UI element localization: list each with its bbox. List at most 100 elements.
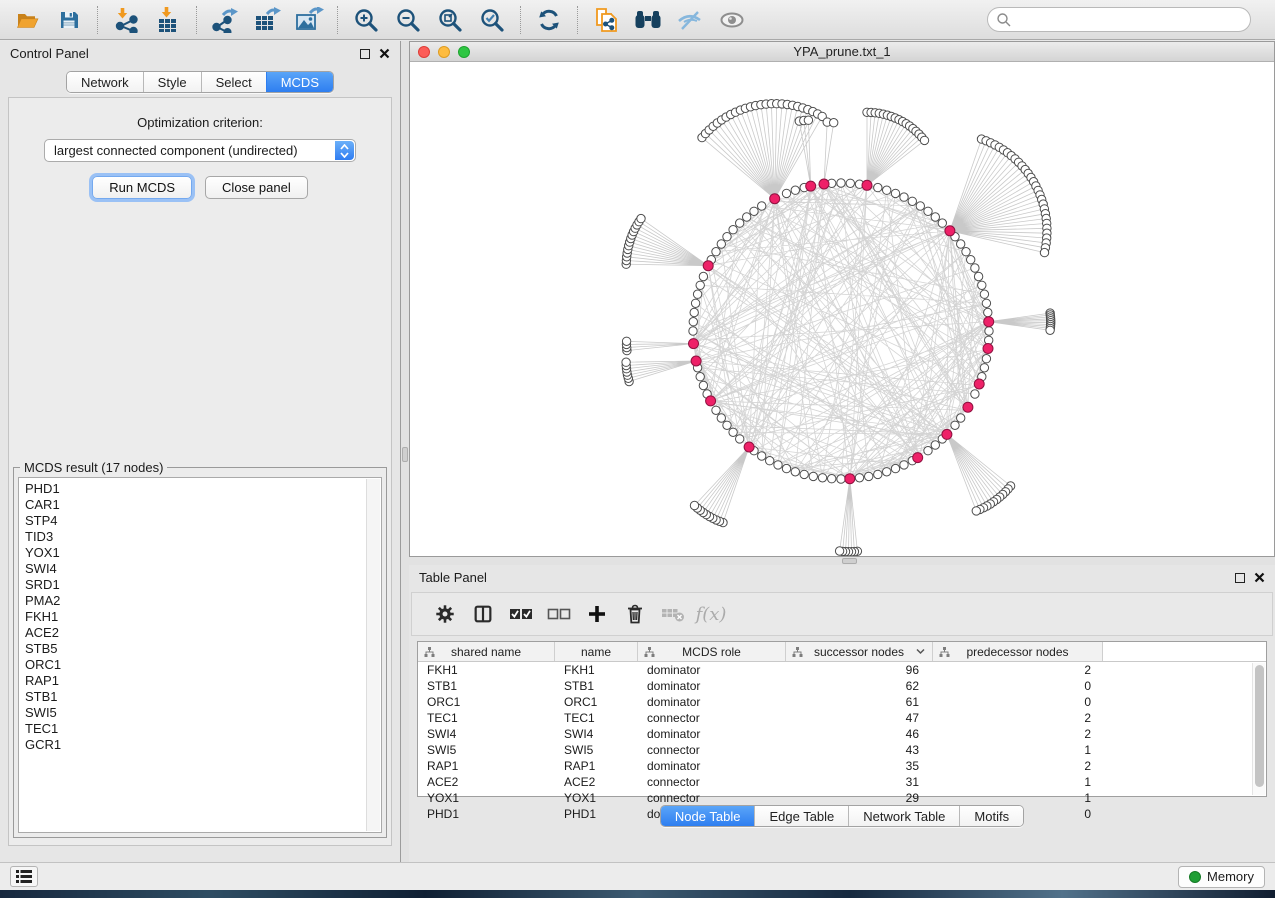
graph-node[interactable] <box>696 281 704 289</box>
graph-hub-node[interactable] <box>845 474 855 484</box>
graph-node[interactable] <box>883 186 891 194</box>
table-cell[interactable]: ACE2 <box>555 775 638 789</box>
graph-node[interactable] <box>689 318 697 326</box>
table-cell[interactable]: dominator <box>638 695 786 709</box>
graph-hub-node[interactable] <box>706 396 716 406</box>
table-cell[interactable]: ORC1 <box>555 695 638 709</box>
graph-node[interactable] <box>791 468 799 476</box>
table-cell[interactable]: FKH1 <box>418 663 555 677</box>
graph-node[interactable] <box>837 475 845 483</box>
graph-node[interactable] <box>984 308 992 316</box>
splitter-grip[interactable] <box>842 558 857 564</box>
zoom-selected-button[interactable] <box>471 3 513 37</box>
table-row[interactable]: STB1STB1dominator620 <box>418 678 1266 694</box>
graph-node[interactable] <box>729 428 737 436</box>
mcds-result-item[interactable]: SWI5 <box>25 705 381 721</box>
graph-node[interactable] <box>818 474 826 482</box>
import-table-button[interactable] <box>147 3 189 37</box>
table-row[interactable]: FKH1FKH1dominator962 <box>418 662 1266 678</box>
select-all-rows-button[interactable] <box>502 596 540 632</box>
table-cell[interactable]: 2 <box>933 663 1103 677</box>
graph-node[interactable] <box>891 189 899 197</box>
graph-node[interactable] <box>865 472 873 480</box>
graph-node[interactable] <box>729 226 737 234</box>
graph-hub-node[interactable] <box>984 317 994 327</box>
mcds-result-item[interactable]: PHD1 <box>25 481 381 497</box>
graph-node[interactable] <box>962 248 970 256</box>
table-cell[interactable]: RAP1 <box>418 759 555 773</box>
graph-node[interactable] <box>758 452 766 460</box>
graph-node[interactable] <box>758 202 766 210</box>
graph-hub-node[interactable] <box>983 344 993 354</box>
zoom-out-button[interactable] <box>387 3 429 37</box>
table-cell[interactable]: 35 <box>786 759 933 773</box>
graph-node[interactable] <box>736 435 744 443</box>
graph-node[interactable] <box>931 213 939 221</box>
function-builder-button[interactable]: f(x) <box>692 596 730 632</box>
table-cell[interactable]: 29 <box>786 791 933 805</box>
graph-node[interactable] <box>855 474 863 482</box>
table-cell[interactable]: TEC1 <box>555 711 638 725</box>
table-cell[interactable]: ORC1 <box>418 695 555 709</box>
table-vertical-scrollbar[interactable] <box>1252 663 1265 795</box>
scrollbar-thumb[interactable] <box>1255 665 1264 787</box>
table-row[interactable]: YOX1YOX1connector291 <box>418 790 1266 806</box>
mcds-result-item[interactable]: PMA2 <box>25 593 381 609</box>
export-image-button[interactable] <box>288 3 330 37</box>
table-row[interactable]: ACE2ACE2connector311 <box>418 774 1266 790</box>
splitter-grip[interactable] <box>402 447 408 462</box>
show-panels-button[interactable] <box>10 866 38 887</box>
graph-node[interactable] <box>717 414 725 422</box>
mcds-result-item[interactable]: ACE2 <box>25 625 381 641</box>
mcds-result-item[interactable]: YOX1 <box>25 545 381 561</box>
table-cell[interactable]: dominator <box>638 759 786 773</box>
graph-node[interactable] <box>766 457 774 465</box>
graph-hub-node[interactable] <box>744 442 754 452</box>
tab-network[interactable]: Network <box>67 72 143 92</box>
zoom-fit-button[interactable] <box>429 3 471 37</box>
graph-hub-node[interactable] <box>770 194 780 204</box>
network-canvas[interactable] <box>410 63 1274 556</box>
export-table-button[interactable] <box>246 3 288 37</box>
graph-node[interactable] <box>837 179 845 187</box>
graph-node[interactable] <box>830 119 838 127</box>
search-field[interactable] <box>987 7 1251 32</box>
graph-node[interactable] <box>938 219 946 227</box>
table-cell[interactable]: dominator <box>638 663 786 677</box>
table-row[interactable]: RAP1RAP1dominator352 <box>418 758 1266 774</box>
table-cell[interactable]: connector <box>638 775 786 789</box>
graph-node[interactable] <box>982 299 990 307</box>
graph-node[interactable] <box>622 337 630 345</box>
graph-node[interactable] <box>690 501 698 509</box>
column-header-predecessor-nodes[interactable]: predecessor nodes <box>933 642 1103 661</box>
open-file-button[interactable] <box>6 3 48 37</box>
table-cell[interactable]: 62 <box>786 679 933 693</box>
graph-node[interactable] <box>774 461 782 469</box>
graph-node[interactable] <box>982 355 990 363</box>
table-cell[interactable]: 31 <box>786 775 933 789</box>
hide-selected-button[interactable] <box>669 3 711 37</box>
table-cell[interactable]: STB1 <box>555 679 638 693</box>
graph-node[interactable] <box>951 421 959 429</box>
graph-node[interactable] <box>1040 248 1048 256</box>
graph-node[interactable] <box>835 547 843 555</box>
graph-hub-node[interactable] <box>974 379 984 389</box>
table-cell[interactable]: 2 <box>933 759 1103 773</box>
clear-selection-button[interactable] <box>540 596 578 632</box>
graph-node[interactable] <box>691 299 699 307</box>
graph-node[interactable] <box>699 272 707 280</box>
graph-node[interactable] <box>971 264 979 272</box>
search-input[interactable] <box>1012 12 1242 27</box>
mcds-result-item[interactable]: STB5 <box>25 641 381 657</box>
show-columns-button[interactable] <box>464 596 502 632</box>
graph-node[interactable] <box>712 248 720 256</box>
table-settings-button[interactable] <box>426 596 464 632</box>
table-cell[interactable]: 0 <box>933 695 1103 709</box>
table-cell[interactable]: 96 <box>786 663 933 677</box>
graph-node[interactable] <box>622 358 630 366</box>
save-session-button[interactable] <box>48 3 90 37</box>
table-cell[interactable]: 61 <box>786 695 933 709</box>
graph-node[interactable] <box>980 290 988 298</box>
add-column-button[interactable] <box>578 596 616 632</box>
graph-hub-node[interactable] <box>806 181 816 191</box>
